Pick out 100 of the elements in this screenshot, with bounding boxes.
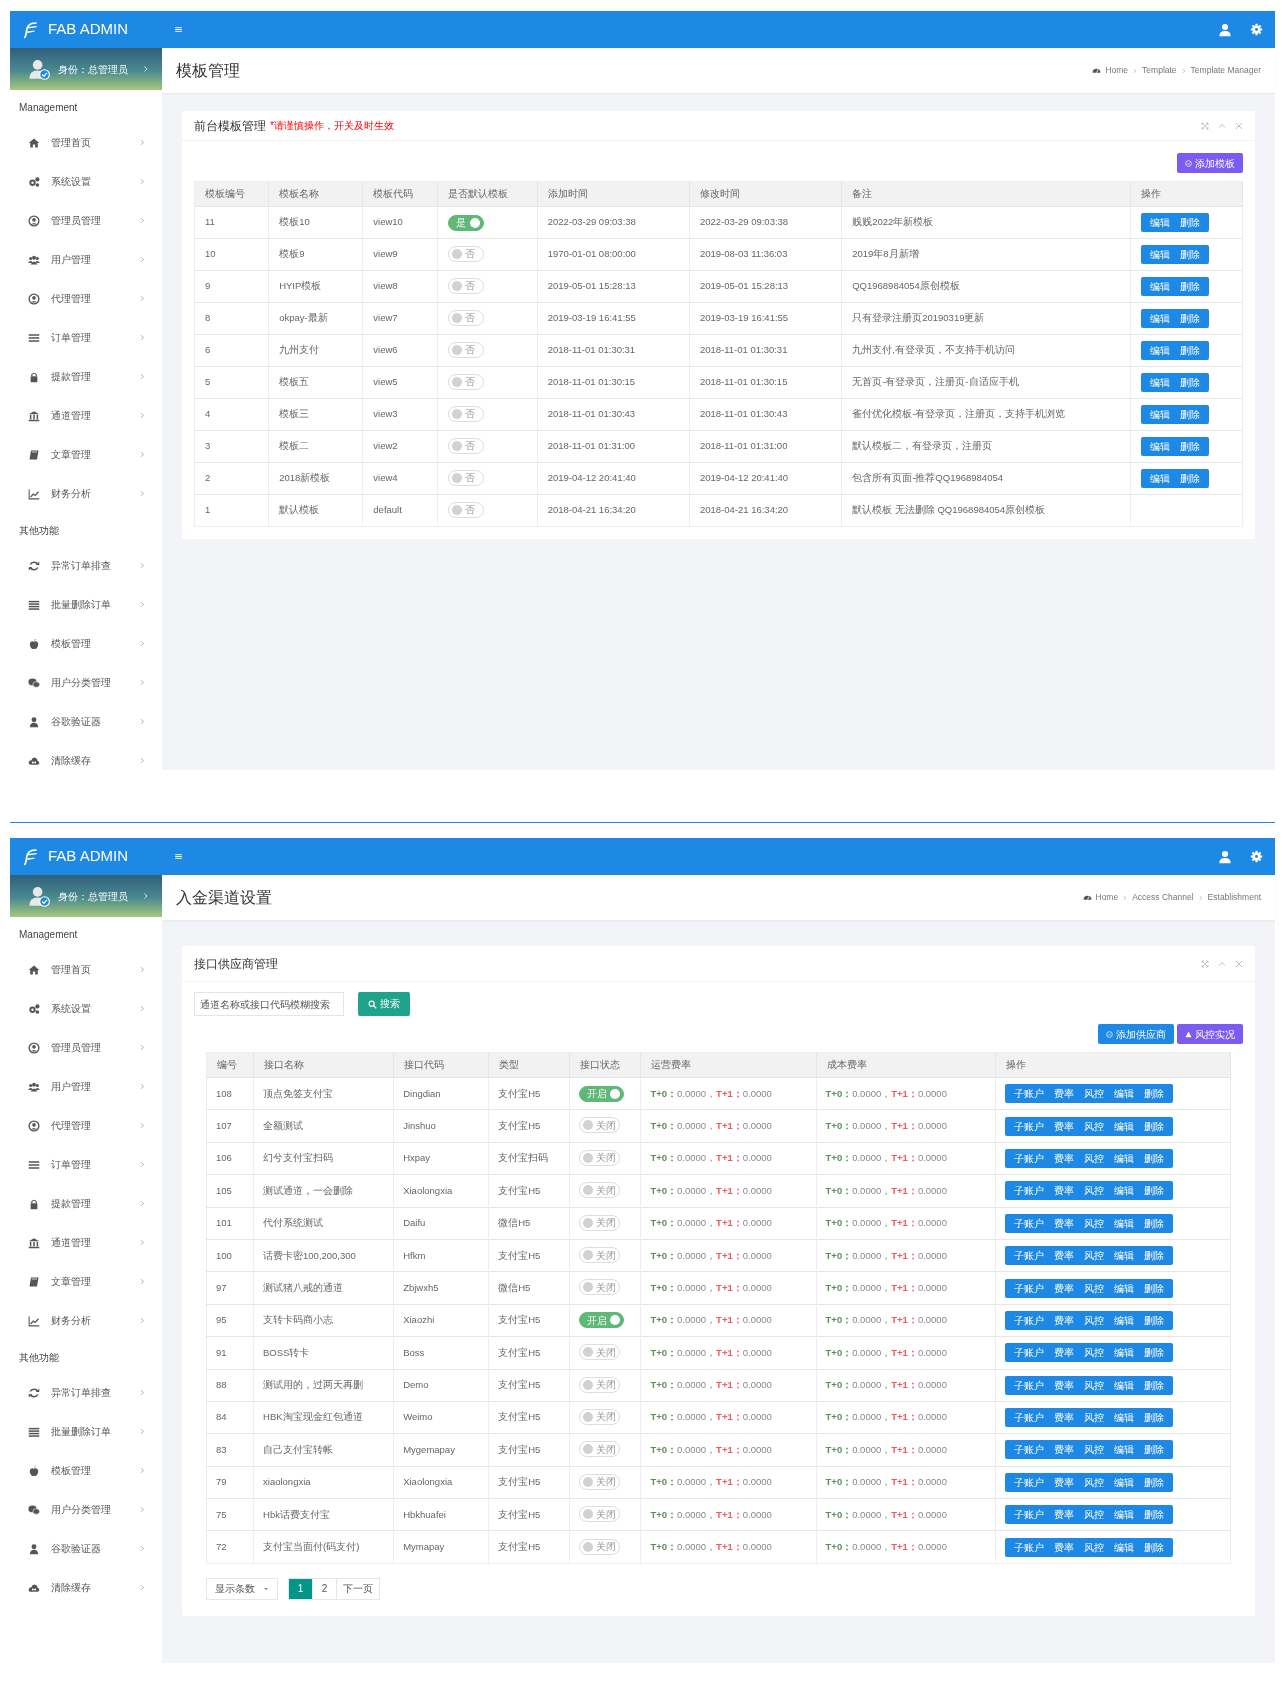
action-button[interactable]: 费率 (1048, 1375, 1079, 1395)
sidebar-item[interactable]: 用户分类管理 (10, 663, 162, 702)
action-button[interactable]: 风控 (1078, 1278, 1109, 1298)
toggle-switch[interactable]: 否 (448, 309, 485, 326)
sidebar-item[interactable]: 通道管理 (10, 396, 162, 435)
breadcrumb-link[interactable]: Access Channel (1132, 891, 1194, 904)
action-button[interactable]: 子账户 (1008, 1440, 1049, 1460)
action-button[interactable]: 编辑 (1108, 1310, 1139, 1330)
action-button[interactable]: 编辑 (1108, 1440, 1139, 1460)
toggle-switch[interactable]: 关闭 (579, 1117, 621, 1134)
sidebar-item[interactable]: 管理员管理 (10, 1028, 162, 1067)
toggle-switch[interactable]: 关闭 (579, 1214, 621, 1231)
search-button[interactable]: 搜索 (358, 992, 410, 1016)
action-button[interactable]: 费率 (1048, 1213, 1079, 1233)
action-button[interactable]: 编辑 (1144, 469, 1175, 488)
sidebar-item[interactable]: 用户管理 (10, 240, 162, 279)
action-button[interactable]: 删除 (1138, 1343, 1169, 1363)
toggle-switch[interactable]: 关闭 (579, 1344, 621, 1361)
action-button[interactable]: 风控 (1078, 1213, 1109, 1233)
search-field[interactable]: 通道名称或接口代码模糊搜索 (194, 992, 344, 1016)
action-button[interactable]: 子账户 (1008, 1310, 1049, 1330)
toggle-switch[interactable]: 关闭 (579, 1538, 621, 1555)
toggle-switch[interactable]: 否 (448, 469, 485, 486)
action-button[interactable]: 风控 (1078, 1084, 1109, 1104)
action-button[interactable]: 子账户 (1008, 1213, 1049, 1233)
action-button[interactable]: 编辑 (1144, 437, 1175, 456)
action-button[interactable]: 费率 (1048, 1181, 1079, 1201)
sidebar-item[interactable]: 订单管理 (10, 1145, 162, 1184)
breadcrumb-link[interactable]: Template (1142, 64, 1177, 77)
action-button[interactable]: 编辑 (1108, 1505, 1139, 1525)
sidebar-item[interactable]: 用户管理 (10, 1067, 162, 1106)
toggle-switch[interactable]: 否 (448, 277, 485, 294)
action-button[interactable]: 删除 (1138, 1472, 1169, 1492)
action-button[interactable]: 费率 (1048, 1278, 1079, 1298)
action-button[interactable]: 费率 (1048, 1440, 1079, 1460)
action-button[interactable]: 删除 (1138, 1246, 1169, 1266)
action-button[interactable]: 子账户 (1008, 1375, 1049, 1395)
action-button[interactable]: 编辑 (1108, 1343, 1139, 1363)
toggle-switch[interactable]: 关闭 (579, 1408, 621, 1425)
sidebar-item[interactable]: 代理管理 (10, 1106, 162, 1145)
action-button[interactable]: 费率 (1048, 1537, 1079, 1557)
user-icon[interactable] (1218, 22, 1232, 37)
sidebar-item[interactable]: 文章管理 (10, 435, 162, 474)
action-button[interactable]: 删除 (1174, 245, 1205, 264)
action-button[interactable]: 编辑 (1108, 1246, 1139, 1266)
action-button[interactable]: 子账户 (1008, 1246, 1049, 1266)
menu-icon[interactable] (174, 852, 183, 861)
toggle-switch[interactable]: 否 (448, 373, 485, 390)
sidebar-item[interactable]: 通道管理 (10, 1223, 162, 1262)
action-button[interactable]: 删除 (1138, 1148, 1169, 1168)
action-button[interactable]: 删除 (1174, 277, 1205, 296)
action-button[interactable]: 编辑 (1144, 309, 1175, 328)
action-button[interactable]: 风控 (1078, 1181, 1109, 1201)
action-button[interactable]: 费率 (1048, 1472, 1079, 1492)
sidebar-item[interactable]: 批量删除订单 (10, 1412, 162, 1451)
sidebar-item[interactable]: 提款管理 (10, 1184, 162, 1223)
toggle-switch[interactable]: 关闭 (579, 1506, 621, 1523)
action-button[interactable]: 删除 (1174, 469, 1205, 488)
page-button[interactable]: 1 (289, 1578, 313, 1599)
action-button[interactable]: 费率 (1048, 1116, 1079, 1136)
action-button[interactable]: 编辑 (1108, 1472, 1139, 1492)
sidebar-item[interactable]: 财务分析 (10, 1301, 162, 1340)
sidebar-item[interactable]: 谷歌验证器 (10, 1529, 162, 1568)
sidebar-item[interactable]: 模板管理 (10, 624, 162, 663)
user-icon[interactable] (1218, 849, 1232, 864)
breadcrumb-link[interactable]: Template Manager (1190, 64, 1261, 77)
action-button[interactable]: 删除 (1138, 1181, 1169, 1201)
action-button[interactable]: 子账户 (1008, 1343, 1049, 1363)
action-button[interactable]: 风控 (1078, 1148, 1109, 1168)
toggle-switch[interactable]: 是 (448, 214, 485, 231)
action-button[interactable]: 编辑 (1144, 373, 1175, 392)
action-button[interactable]: 编辑 (1144, 341, 1175, 360)
expand-icon[interactable] (1201, 121, 1209, 130)
close-icon[interactable] (1235, 121, 1243, 130)
sidebar-item[interactable]: 清除缓存 (10, 741, 162, 780)
action-button[interactable]: 删除 (1174, 405, 1205, 424)
sidebar-item[interactable]: 清除缓存 (10, 1568, 162, 1607)
action-button[interactable]: 编辑 (1108, 1213, 1139, 1233)
settings-icon[interactable] (1250, 23, 1263, 36)
action-button[interactable]: 风控 (1078, 1505, 1109, 1525)
toggle-switch[interactable]: 关闭 (579, 1149, 621, 1166)
menu-icon[interactable] (174, 25, 183, 34)
action-button[interactable]: 编辑 (1108, 1278, 1139, 1298)
toggle-switch[interactable]: 关闭 (579, 1441, 621, 1458)
action-button[interactable]: 风控 (1078, 1440, 1109, 1460)
action-button[interactable]: 风控 (1078, 1246, 1109, 1266)
action-button[interactable]: 费率 (1048, 1148, 1079, 1168)
toggle-switch[interactable]: 否 (448, 437, 485, 454)
action-button[interactable]: 删除 (1138, 1116, 1169, 1136)
toggle-switch[interactable]: 关闭 (579, 1473, 621, 1490)
sidebar-item[interactable]: 批量删除订单 (10, 585, 162, 624)
action-button[interactable]: 费率 (1048, 1343, 1079, 1363)
close-icon[interactable] (1235, 959, 1243, 968)
action-button[interactable]: 删除 (1174, 213, 1205, 232)
breadcrumb-link[interactable]: Home (1105, 64, 1129, 77)
action-button[interactable]: 子账户 (1008, 1181, 1049, 1201)
sidebar-item[interactable]: 订单管理 (10, 318, 162, 357)
sidebar-item[interactable]: 财务分析 (10, 474, 162, 513)
action-button[interactable]: 删除 (1174, 373, 1205, 392)
action-button[interactable]: 子账户 (1008, 1505, 1049, 1525)
